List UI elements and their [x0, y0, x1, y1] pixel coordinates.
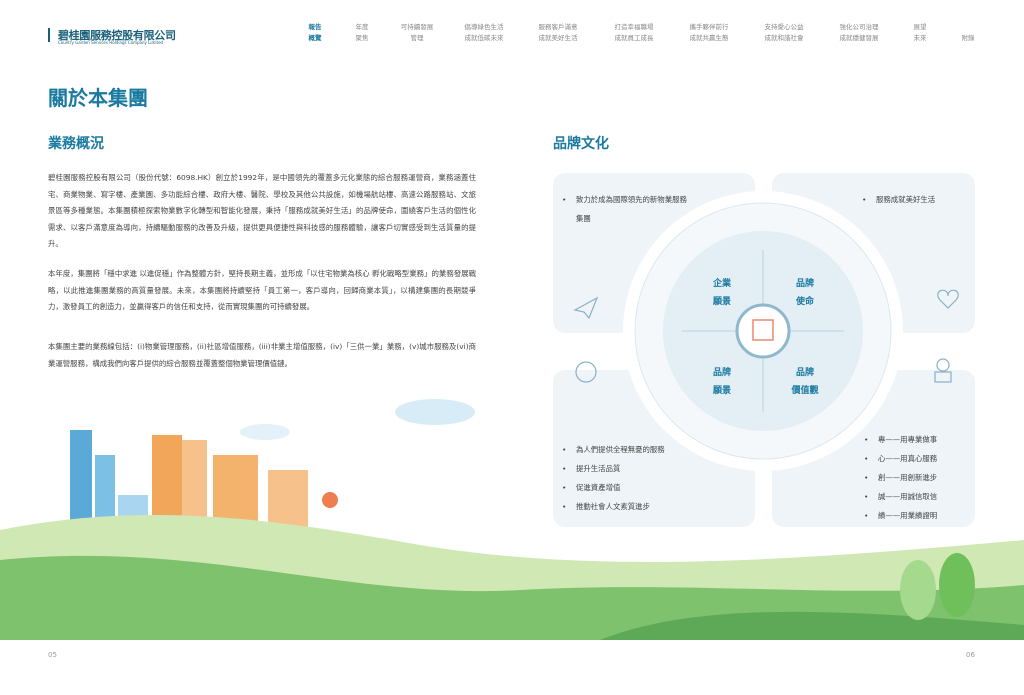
brand-wheel-graphic — [0, 191, 1024, 640]
brand-mission-list: 服務成就美好生活 — [862, 190, 935, 209]
quadrant-brand-values: 品牌 價值觀 — [791, 368, 819, 396]
list-item: 致力於成為國際領先的新物業服務集團 — [562, 190, 692, 228]
people-icon — [936, 358, 950, 372]
brand-values-list: 專——用專業做事 心——用真心服務 創——用創新進步 誠——用誠信取信 績——用… — [864, 430, 937, 525]
list-item: 推動社會人文素質進步 — [562, 497, 665, 516]
quadrant-corporate-vision: 企業 願景 — [712, 279, 731, 307]
list-item: 專——用專業做事 — [864, 430, 937, 449]
page-number-right: 06 — [966, 651, 975, 659]
list-item: 心——用真心服務 — [864, 449, 937, 468]
list-item: 提升生活品質 — [562, 459, 665, 478]
heart-hands-icon — [937, 289, 959, 309]
list-item: 促進資產增值 — [562, 478, 665, 497]
list-item: 服務成就美好生活 — [862, 190, 935, 209]
paper-plane-icon — [573, 296, 599, 320]
page-number-left: 05 — [48, 651, 57, 659]
building-icon — [735, 303, 791, 359]
quadrant-brand-vision: 品牌 願景 — [712, 368, 731, 396]
list-item: 誠——用誠信取信 — [864, 487, 937, 506]
handshake-icon — [575, 361, 597, 383]
brand-vision-list: 為人們提供全程無憂的服務 提升生活品質 促進資產增值 推動社會人文素質進步 — [562, 440, 665, 516]
list-item: 為人們提供全程無憂的服務 — [562, 440, 665, 459]
corporate-vision-list: 致力於成為國際領先的新物業服務集團 — [562, 190, 692, 228]
quadrant-brand-mission: 品牌 使命 — [795, 279, 814, 307]
list-item: 創——用創新進步 — [864, 468, 937, 487]
list-item: 績——用業績證明 — [864, 506, 937, 525]
